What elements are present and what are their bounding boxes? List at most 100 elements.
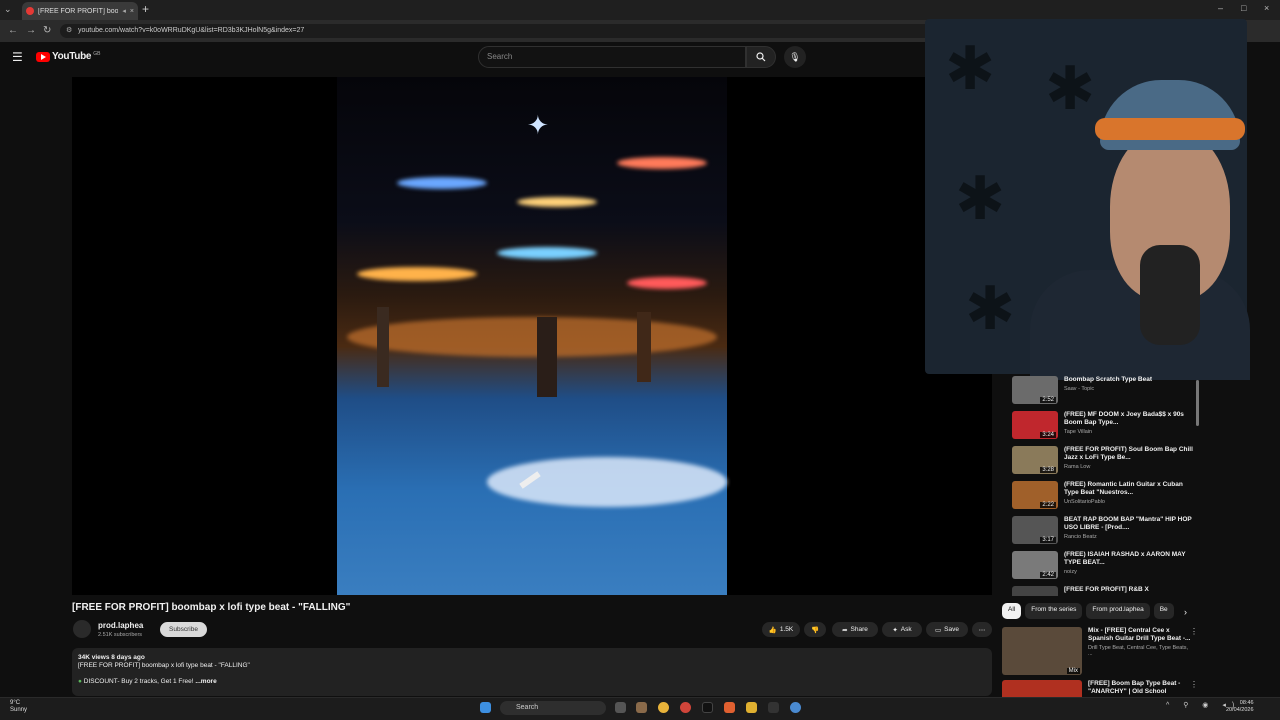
site-info-icon[interactable]: ⚙ [66,26,72,34]
share-icon: ➦ [842,626,848,634]
more-actions-button[interactable]: ⋯ [972,622,992,637]
logo-country: GB [93,50,101,57]
share-label: Share [850,626,868,633]
browser-icon[interactable] [790,702,801,713]
chrome-icon[interactable] [658,702,669,713]
playlist-item[interactable]: 2:42 (FREE) ISAIAH RASHAD x AARON MAY TYP… [1002,551,1200,586]
duration-badge: 3:28 [1040,467,1056,473]
view-count-age: 34K views 8 days ago [78,654,145,661]
task-view-icon[interactable] [615,702,626,713]
mix-badge: Mix [1066,668,1080,674]
ask-button[interactable]: ✦ Ask [882,622,922,637]
duration-badge: 2:52 [1040,397,1056,403]
playlist-item[interactable]: 3:17 BEAT RAP BOOM BAP "Mantra" HIP HOP U… [1002,516,1200,551]
browser-tab[interactable]: [FREE FOR PROFIT] boombap ◂ × [22,2,138,20]
reload-icon[interactable]: ↻ [43,25,51,36]
tiktok-icon[interactable] [702,702,713,713]
voice-search-icon[interactable]: 🎙 [784,46,806,68]
audio-icon[interactable]: ◂ [122,7,126,15]
share-button[interactable]: ➦ Share [832,622,878,637]
dislike-button[interactable]: 👎 [804,622,826,637]
more-link[interactable]: ...more [195,678,216,685]
minimize-icon[interactable]: – [1218,3,1223,13]
channel-avatar[interactable] [73,620,91,638]
weather-widget[interactable]: 9°C Sunny [10,700,27,714]
tab-close-icon[interactable]: × [130,8,134,15]
menu-icon[interactable]: ☰ [12,50,23,64]
tab-search-icon[interactable]: ⌄ [4,4,12,15]
recommendation-item[interactable]: Mix Mix - [FREE] Central Cee x Spanish G… [1002,627,1198,675]
recommendation-thumbnail [1002,680,1082,697]
forward-icon[interactable]: → [26,25,36,36]
playlist-item-title: Boombap Scratch Type Beat [1064,376,1153,383]
back-icon[interactable]: ← [8,25,18,36]
playlist-item[interactable]: [FREE FOR PROFIT] R&B X [1002,586,1200,596]
new-tab-icon[interactable]: + [142,2,149,16]
filter-chip[interactable]: From prod.laphea [1086,603,1150,619]
youtube-favicon-icon [26,7,34,15]
playlist-item-title: BEAT RAP BOOM BAP "Mantra" HIP HOP USO L… [1064,516,1192,531]
playlist-item[interactable]: 2:52 Boombap Scratch Type Beat Saav - Topi… [1002,376,1200,411]
recommendation-item[interactable]: [FREE] Boom Bap Type Beat - "ANARCHY" | … [1002,680,1198,697]
more-options-icon[interactable]: ⋮ [1190,627,1198,636]
playlist-item-channel: Saav - Topic [1064,386,1095,392]
like-button[interactable]: 👍 1.5K [762,622,800,637]
playlist-thumbnail: 3:17 [1012,516,1058,544]
video-player[interactable]: ✦ [72,77,992,595]
playlist-scrollbar[interactable] [1196,380,1199,426]
duration-badge: 2:22 [1040,502,1056,508]
playlist-item-title: (FREE) MF DOOM x Joey Bada$$ x 90s Boom … [1064,411,1184,426]
browser-tab-bar [0,0,1280,20]
close-window-icon[interactable]: × [1264,3,1269,13]
ask-label: Ask [900,626,912,633]
save-button[interactable]: ▭ Save [926,622,968,637]
folder-icon[interactable] [746,702,757,713]
clock-time: 08:46 [1239,700,1254,706]
taskbar-search[interactable]: Search [500,701,606,715]
clock-date: 20/04/2026 [1226,707,1254,713]
weather-temp: 9°C [10,700,21,706]
brave-icon[interactable] [724,702,735,713]
playlist-thumbnail: 2:22 [1012,481,1058,509]
filter-chip[interactable]: From the series [1025,603,1083,619]
search-input[interactable]: Search [478,46,746,68]
subscribe-button[interactable]: Subscribe [160,622,207,637]
maximize-icon[interactable]: □ [1241,3,1246,13]
chevron-right-icon[interactable]: › [1184,607,1187,617]
youtube-logo[interactable]: YouTube GB [36,51,100,62]
filter-chip[interactable]: Be [1153,603,1174,619]
search-button[interactable] [746,46,776,68]
playlist-item-channel: Rama Low [1064,464,1091,470]
playlist-item[interactable]: 3:24 (FREE) MF DOOM x Joey Bada$$ x 90s B… [1002,411,1200,446]
subscriber-count: 2.51K subscribers [98,632,143,638]
playlist-item[interactable]: 2:22 (FREE) Romantic Latin Guitar x Cuban… [1002,481,1200,516]
channel-name[interactable]: prod.laphea [98,621,143,630]
filter-chips: All From the series From prod.laphea Be [1002,603,1192,619]
playlist-item-channel: Rancio Beatz [1064,534,1097,540]
sparkle-icon: ✦ [892,626,898,634]
playlist-item-channel: Tape Villain [1064,429,1093,435]
more-options-icon[interactable]: ⋮ [1190,680,1198,689]
playlist-thumbnail: 2:42 [1012,551,1058,579]
description-box[interactable]: 34K views 8 days ago [FREE FOR PROFIT] b… [72,648,992,696]
app-icon[interactable] [636,702,647,713]
app-icon[interactable] [680,702,691,713]
recommendation-title: Mix - [FREE] Central Cee x Spanish Guita… [1088,627,1191,642]
system-clock[interactable]: 08:46 20/04/2026 [1226,700,1254,714]
thumbs-down-icon: 👎 [810,626,820,634]
app-icon[interactable] [768,702,779,713]
playlist-item-title: (FREE) ISAIAH RASHAD x AARON MAY TYPE BE… [1064,551,1186,566]
playlist-item-channel: noizy [1064,569,1077,575]
tab-title: [FREE FOR PROFIT] boombap [38,7,119,15]
video-title: [FREE FOR PROFIT] boombap x lofi type be… [72,602,351,613]
recommendation-title: [FREE] Boom Bap Type Beat - "ANARCHY" | … [1088,680,1181,695]
discount-text: DISCOUNT- Buy 2 tracks, Get 1 Free! [83,678,194,685]
playlist-thumbnail: 3:28 [1012,446,1058,474]
windows-start-icon[interactable] [480,702,491,713]
more-icon: ⋯ [978,626,986,634]
filter-chip[interactable]: All [1002,603,1022,619]
tag-icon: ● [78,678,82,685]
bookmark-icon: ▭ [935,626,942,634]
microphone [1140,245,1200,345]
playlist-item[interactable]: 3:28 (FREE FOR PROFIT) Soul Boom Bap Chil… [1002,446,1200,481]
